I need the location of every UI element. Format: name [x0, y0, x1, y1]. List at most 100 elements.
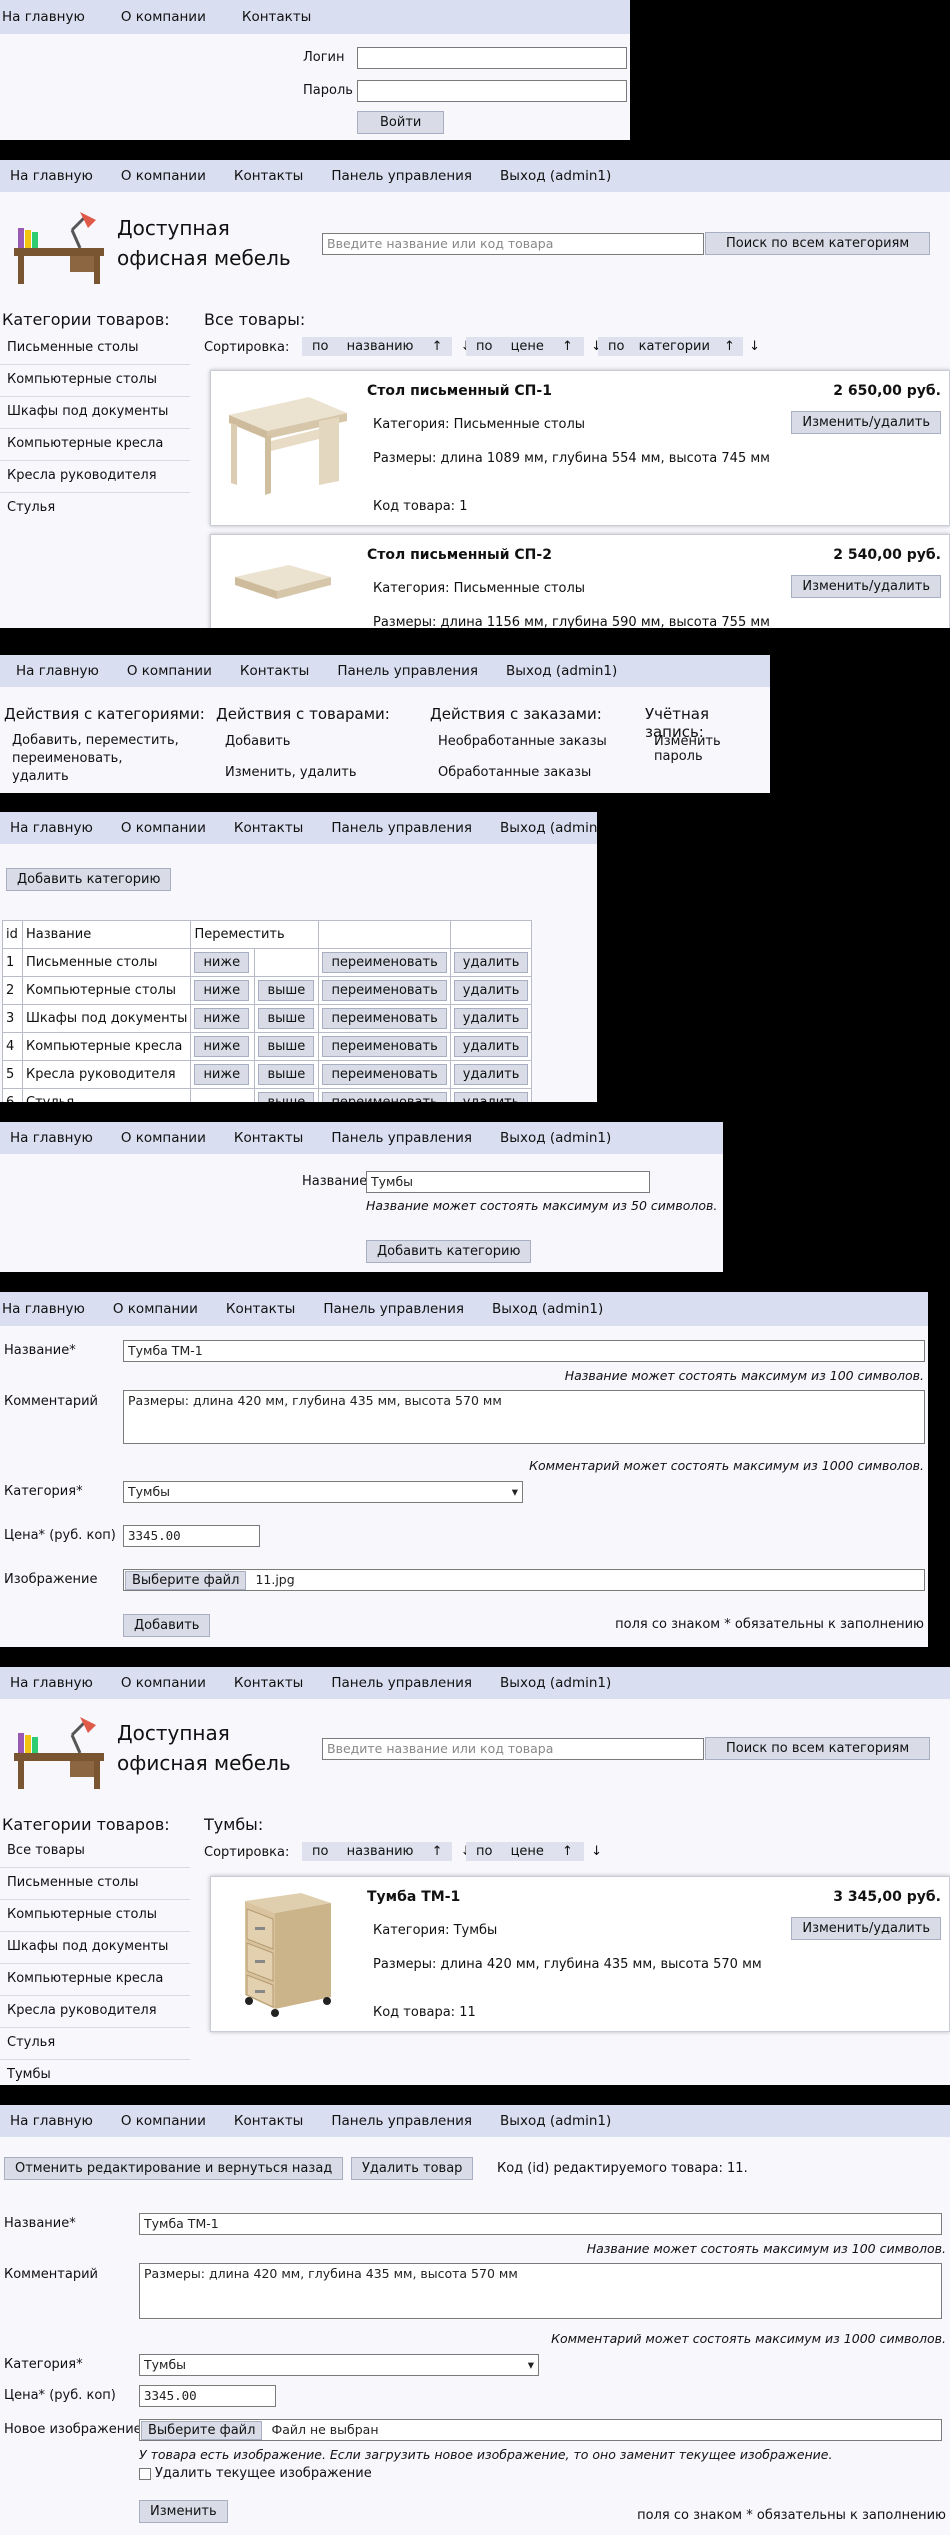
order-new-link[interactable]: Необработанные заказы — [438, 734, 607, 749]
move-up-button[interactable]: выше — [258, 1036, 315, 1057]
rename-button[interactable]: переименовать — [322, 980, 447, 1001]
nav-panel[interactable]: Панель управления — [321, 1130, 490, 1146]
category-name-input[interactable]: Тумбы — [366, 1171, 650, 1193]
category-item[interactable]: Компьютерные кресла — [0, 1964, 190, 1996]
sort-by-price[interactable]: по цене ↑ ↓ — [466, 337, 602, 356]
move-up-button[interactable]: выше — [258, 1064, 315, 1085]
move-up-button[interactable]: выше — [258, 1008, 315, 1029]
search-button[interactable]: Поиск по всем категориям — [705, 1737, 931, 1760]
goods-edit-link[interactable]: Изменить, удалить — [225, 765, 357, 780]
nav-logout[interactable]: Выход (admin1) — [490, 1675, 629, 1691]
category-item[interactable]: Шкафы под документы — [0, 1932, 190, 1964]
search-input[interactable]: Введите название или код товара — [322, 233, 704, 255]
nav-home[interactable]: На главную — [0, 9, 103, 25]
move-down-button[interactable]: ниже — [194, 1064, 250, 1085]
sort-by-name[interactable]: по названию ↑ ↓ — [302, 337, 472, 356]
category-select[interactable]: Тумбы ▾ — [139, 2354, 539, 2376]
category-item[interactable]: Все товары — [0, 1836, 190, 1868]
category-item[interactable]: Стулья — [0, 2028, 190, 2060]
category-item[interactable]: Кресла руководителя — [0, 1996, 190, 2028]
nav-about[interactable]: О компании — [111, 820, 224, 836]
edit-product-button[interactable]: Изменить/удалить — [791, 575, 941, 598]
nav-home[interactable]: На главную — [0, 820, 111, 836]
file-input[interactable]: Выберите файл 11.jpg — [123, 1569, 925, 1591]
delete-image-option[interactable]: Удалить текущее изображение — [139, 2466, 372, 2481]
move-up-button[interactable]: выше — [258, 1092, 315, 1102]
sort-by-name[interactable]: по названию ↑ ↓ — [302, 1842, 472, 1861]
nav-contacts[interactable]: Контакты — [230, 663, 327, 679]
delete-button[interactable]: удалить — [453, 980, 529, 1001]
move-up-button[interactable]: выше — [258, 980, 315, 1001]
login-input[interactable] — [357, 47, 627, 69]
move-down-button[interactable]: ниже — [194, 952, 250, 973]
nav-panel[interactable]: Панель управления — [321, 820, 490, 836]
nav-about[interactable]: О компании — [111, 2113, 224, 2129]
rename-button[interactable]: переименовать — [322, 952, 447, 973]
nav-panel[interactable]: Панель управления — [327, 663, 496, 679]
delete-button[interactable]: удалить — [453, 1064, 529, 1085]
category-item[interactable]: Стулья — [0, 493, 190, 525]
nav-logout[interactable]: Выход (admin1) — [490, 1130, 629, 1146]
cancel-edit-button[interactable]: Отменить редактирование и вернуться наза… — [4, 2157, 344, 2180]
comment-textarea[interactable]: Размеры: длина 420 мм, глубина 435 мм, в… — [123, 1390, 925, 1444]
nav-about[interactable]: О компании — [111, 168, 224, 184]
product-name[interactable]: Тумба ТМ-1 — [367, 1889, 460, 1905]
goods-add-link[interactable]: Добавить — [225, 734, 290, 749]
nav-home[interactable]: На главную — [0, 1301, 103, 1317]
sort-by-category[interactable]: по категории ↑ ↓ — [598, 337, 760, 356]
category-item[interactable]: Шкафы под документы — [0, 397, 190, 429]
product-name[interactable]: Стол письменный СП-1 — [367, 383, 552, 399]
move-down-button[interactable]: ниже — [194, 980, 250, 1001]
nav-about[interactable]: О компании — [111, 1130, 224, 1146]
nav-home[interactable]: На главную — [0, 2113, 111, 2129]
search-input[interactable]: Введите название или код товара — [322, 1738, 704, 1760]
nav-contacts[interactable]: Контакты — [224, 9, 329, 25]
price-input[interactable]: 3345.00 — [123, 1525, 260, 1547]
nav-logout[interactable]: Выход (admin1) — [482, 1301, 621, 1317]
category-item[interactable]: Письменные столы — [0, 1868, 190, 1900]
nav-home[interactable]: На главную — [0, 1675, 111, 1691]
nav-logout[interactable]: Выход (admin1) — [490, 168, 629, 184]
choose-file-button[interactable]: Выберите файл — [141, 2421, 263, 2440]
login-button[interactable]: Войти — [357, 111, 445, 134]
category-item[interactable]: Компьютерные кресла — [0, 429, 190, 461]
name-input[interactable]: Тумба ТМ-1 — [139, 2213, 942, 2235]
name-input[interactable]: Тумба ТМ-1 — [123, 1340, 925, 1362]
nav-contacts[interactable]: Контакты — [224, 1675, 321, 1691]
search-button[interactable]: Поиск по всем категориям — [705, 232, 931, 255]
nav-panel[interactable]: Панель управления — [313, 1301, 482, 1317]
nav-panel[interactable]: Панель управления — [321, 1675, 490, 1691]
file-input[interactable]: Выберите файл Файл не выбран — [139, 2419, 942, 2441]
nav-panel[interactable]: Панель управления — [321, 2113, 490, 2129]
category-item[interactable]: Компьютерные столы — [0, 1900, 190, 1932]
password-input[interactable] — [357, 80, 627, 102]
delete-button[interactable]: удалить — [453, 1008, 529, 1029]
move-down-button[interactable]: ниже — [194, 1036, 250, 1057]
rename-button[interactable]: переименовать — [322, 1092, 447, 1102]
rename-button[interactable]: переименовать — [322, 1036, 447, 1057]
nav-contacts[interactable]: Контакты — [224, 168, 321, 184]
add-category-button[interactable]: Добавить категорию — [6, 868, 172, 891]
edit-product-button[interactable]: Изменить/удалить — [791, 411, 941, 434]
nav-home[interactable]: На главную — [0, 168, 111, 184]
nav-about[interactable]: О компании — [103, 1301, 216, 1317]
change-password-link[interactable]: Изменить пароль — [654, 734, 770, 764]
category-item[interactable]: Кресла руководителя — [0, 461, 190, 493]
category-select[interactable]: Тумбы ▾ — [123, 1481, 523, 1503]
delete-button[interactable]: удалить — [453, 1036, 529, 1057]
rename-button[interactable]: переименовать — [322, 1064, 447, 1085]
order-done-link[interactable]: Обработанные заказы — [438, 765, 591, 780]
move-down-button[interactable]: ниже — [194, 1008, 250, 1029]
category-actions-link[interactable]: Добавить, переместить, переименовать, уд… — [12, 732, 182, 786]
nav-contacts[interactable]: Контакты — [224, 820, 321, 836]
submit-edit-button[interactable]: Изменить — [139, 2500, 228, 2523]
nav-home[interactable]: На главную — [0, 1130, 111, 1146]
nav-home[interactable]: На главную — [0, 663, 117, 679]
category-item[interactable]: Письменные столы — [0, 333, 190, 365]
nav-logout[interactable]: Выход (admin1) — [490, 2113, 629, 2129]
add-product-button[interactable]: Добавить — [123, 1614, 211, 1637]
price-input[interactable]: 3345.00 — [139, 2385, 276, 2407]
sort-by-price[interactable]: по цене ↑ ↓ — [466, 1842, 602, 1861]
category-item[interactable]: Компьютерные столы — [0, 365, 190, 397]
nav-panel[interactable]: Панель управления — [321, 168, 490, 184]
